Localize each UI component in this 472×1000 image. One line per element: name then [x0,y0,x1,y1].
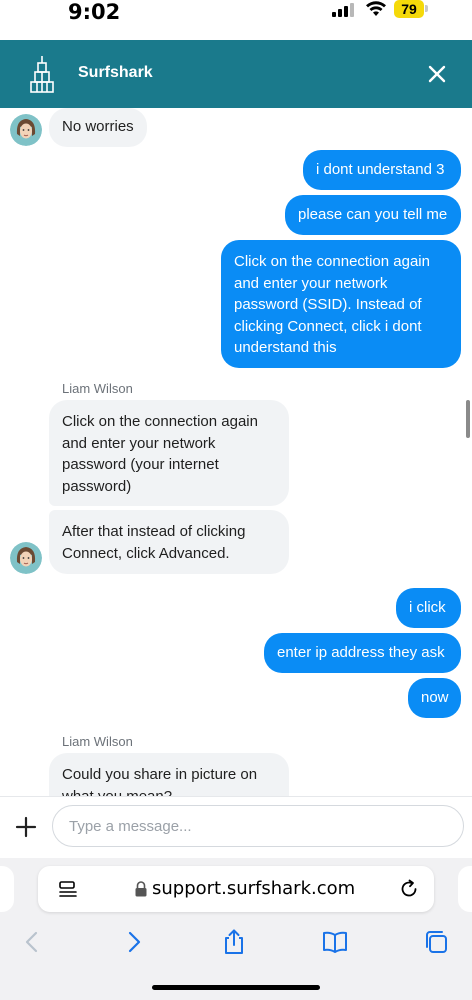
home-indicator [152,985,320,990]
reader-mode-icon[interactable] [58,880,78,898]
lock-icon [135,881,147,897]
status-bar: 9:02 79 [0,0,472,40]
battery-indicator: 79 [394,0,424,18]
user-message: i click [396,588,461,628]
agent-avatar [10,114,42,146]
forward-icon[interactable] [120,928,148,956]
sender-name: Liam Wilson [62,734,133,749]
url-text[interactable]: support.surfshark.com [152,878,355,899]
bookmarks-icon[interactable] [321,928,349,956]
agent-message: After that instead of clicking Connect, … [49,510,289,574]
brand-title: Surfshark [78,64,153,81]
address-bar[interactable]: support.surfshark.com [38,866,434,912]
agent-message: Click on the connection again and enter … [49,400,289,506]
chat-header: Surfshark [0,40,472,108]
next-tab-peek[interactable] [458,866,472,912]
chat-thread[interactable]: No worries i dont understand 3 please ca… [0,108,472,796]
previous-tab-peek[interactable] [0,866,14,912]
back-icon[interactable] [18,928,46,956]
chat-scrollbar[interactable] [466,400,470,438]
status-time: 9:02 [68,0,121,24]
building-logo-icon [30,56,54,93]
user-message: i dont understand 3 [303,150,461,190]
add-attachment-icon[interactable] [14,815,38,839]
user-message: enter ip address they ask [264,633,461,673]
user-message: Click on the connection again and enter … [221,240,461,368]
share-icon[interactable] [220,928,248,956]
message-input[interactable] [52,805,464,847]
wifi-icon [366,1,386,16]
message-composer [0,796,472,858]
battery-tip [425,5,428,12]
browser-toolbar: support.surfshark.com [0,858,472,1000]
agent-message: Could you share in picture on what you m… [49,753,289,796]
close-icon[interactable] [422,59,452,89]
user-message: now [408,678,461,718]
reload-icon[interactable] [398,878,420,900]
screen: 9:02 79 Surfshark No worries i dont unde… [0,0,472,1000]
user-message: please can you tell me [285,195,461,235]
cellular-signal-icon [332,3,356,17]
agent-message: No worries [49,108,147,147]
sender-name: Liam Wilson [62,381,133,396]
agent-avatar [10,542,42,574]
tabs-icon[interactable] [422,928,450,956]
